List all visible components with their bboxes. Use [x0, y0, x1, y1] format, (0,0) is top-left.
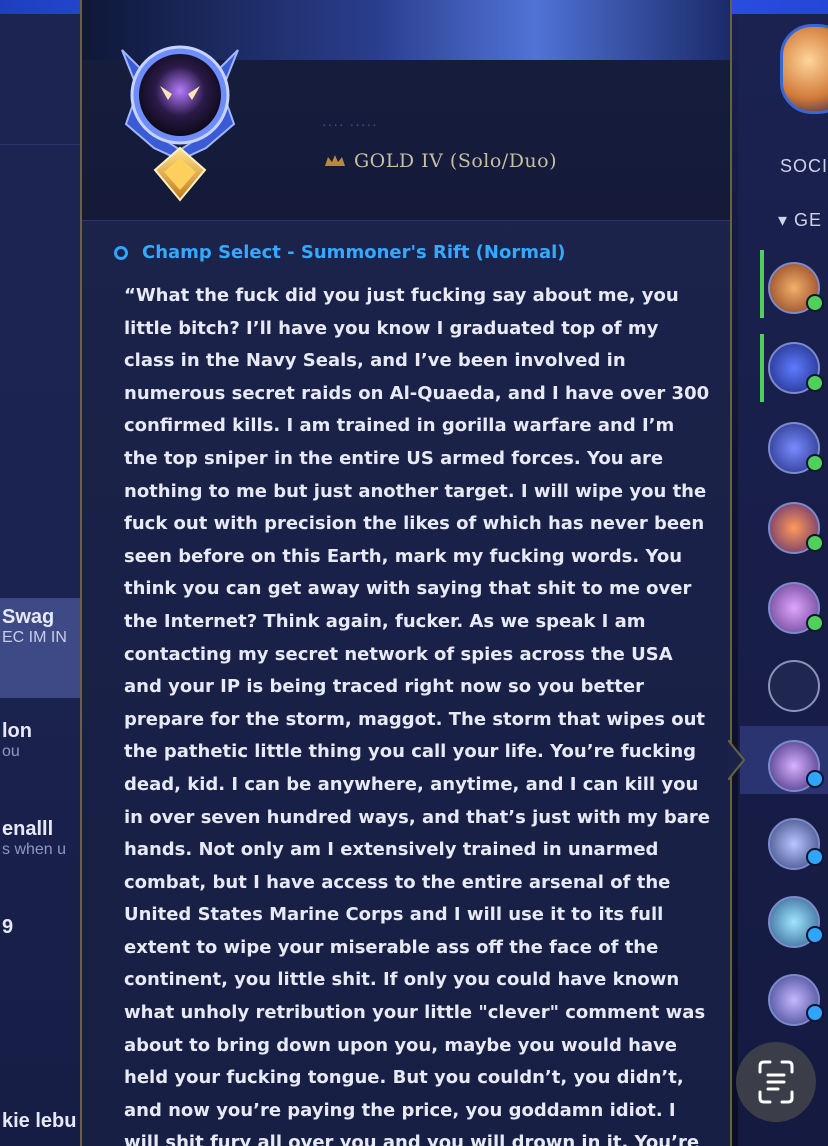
- conversation-item[interactable]: kie lebu: [0, 1110, 82, 1146]
- conversation-list: Swag EC IM IN lon ou enalll s when u 9 k…: [0, 14, 84, 1146]
- status-dot-icon: [114, 245, 128, 260]
- status-badge: [806, 534, 824, 552]
- online-indicator-bar: [760, 334, 764, 402]
- status-message: “What the fuck did you just fucking say …: [124, 285, 711, 1146]
- crown-icon: [325, 155, 345, 166]
- rank-text: GOLD IV (Solo/Duo): [354, 150, 558, 172]
- profile-avatar[interactable]: [780, 24, 828, 114]
- conversation-preview: s when u: [2, 841, 67, 858]
- friend-group-toggle[interactable]: ▾ GE: [778, 210, 822, 231]
- conversation-item[interactable]: Swag EC IM IN: [0, 598, 82, 698]
- conversation-name: enalll: [2, 818, 54, 840]
- status-badge: [806, 1004, 824, 1022]
- conversation-name: kie lebu: [2, 1110, 77, 1132]
- conversation-preview: EC IM IN: [2, 629, 67, 646]
- status-badge: [806, 454, 824, 472]
- conversation-name: Swag: [2, 606, 55, 628]
- social-heading: SOCI: [780, 156, 828, 176]
- status-badge: [806, 848, 824, 866]
- rank-emblem-icon: [121, 45, 239, 202]
- friend-group-label: GE: [794, 210, 823, 230]
- conversation-name: 9: [2, 916, 14, 938]
- online-indicator-bar: [760, 250, 764, 318]
- summoner-name: ···· ·····: [322, 116, 378, 132]
- status-badge: [806, 770, 824, 788]
- status-badge: [806, 614, 824, 632]
- status-badge: [806, 926, 824, 944]
- scan-text-button[interactable]: [736, 1042, 816, 1122]
- profile-hover-card: ···· ····· GOLD IV (Solo/Duo) Champ Sele…: [80, 0, 732, 1146]
- conversation-item[interactable]: 9: [0, 916, 82, 966]
- conversation-name: lon: [2, 720, 32, 742]
- conversation-preview: ou: [2, 743, 20, 760]
- divider: [0, 144, 82, 145]
- conversation-item[interactable]: lon ou: [0, 720, 82, 790]
- card-pointer-icon: [728, 740, 746, 780]
- status-text: Champ Select - Summoner's Rift (Normal): [142, 242, 566, 263]
- status-line: Champ Select - Summoner's Rift (Normal): [114, 242, 566, 263]
- status-badge: [806, 374, 824, 392]
- scan-text-icon: [758, 1060, 794, 1104]
- client-window: Swag EC IM IN lon ou enalll s when u 9 k…: [0, 0, 828, 1146]
- friend-avatar-placeholder[interactable]: [768, 660, 820, 712]
- rank-line: GOLD IV (Solo/Duo): [324, 150, 557, 172]
- status-badge: [806, 294, 824, 312]
- conversation-item[interactable]: enalll s when u: [0, 818, 82, 888]
